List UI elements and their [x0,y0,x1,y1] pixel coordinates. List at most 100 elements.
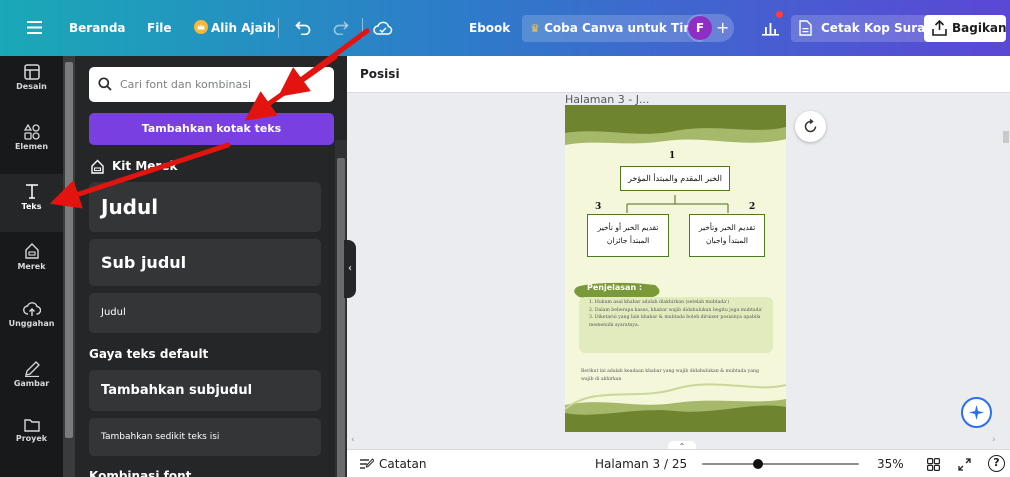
chevron-left-icon: ‹ [348,263,352,274]
help-icon: ? [993,456,1000,469]
elements-icon [23,124,40,140]
text-icon [25,184,38,199]
sparkle-icon [969,405,984,420]
add-body-text-card[interactable]: Tambahkan sedikit teks isi [89,418,321,456]
magic-switch-button[interactable]: Alih Ajaib [194,0,275,56]
collapse-panel-button[interactable]: ‹ [344,240,356,298]
share-label: Bagikan [952,21,1007,35]
zoom-level[interactable]: 35% [877,450,904,477]
search-icon [98,77,112,91]
magic-assistant-button[interactable] [961,397,992,428]
document-type-label: Ebook [469,21,511,35]
upload-icon [22,302,41,316]
analytics-icon[interactable] [762,20,779,36]
brand-kit-label: Kit Merek [112,159,178,173]
try-canva-team-button[interactable]: ♛ Coba Canva untuk Tim [522,15,704,42]
rail-label-design: Desain [16,82,47,91]
folder-icon [23,419,40,432]
diagram-box-left[interactable]: تقديم الخبر أو تأخير المبتدأ جائزان [587,214,669,257]
page-indicator[interactable]: Halaman 3 / 25 [595,450,687,477]
diagram-number-top: 1 [669,151,676,161]
rail-label-projects: Proyek [15,434,48,443]
brand-kit-heading[interactable]: Kit Merek [90,155,177,177]
diagram-box-left-line1: تقديم الخبر أو تأخير [597,223,659,232]
side-rail: Desain Elemen Teks Merek Unggahan Gambar… [0,56,63,477]
panel-scrollbar[interactable] [335,140,347,477]
diagram-number-right: 2 [749,202,756,212]
diagram-box-right[interactable]: تقديم الخبر وتأخير المبتدأ واجبان [689,214,765,257]
font-search-placeholder: Cari font dan kombinasi [120,78,252,91]
hamburger-menu-icon[interactable] [27,21,42,34]
rail-item-projects[interactable]: Proyek [0,410,63,468]
rail-item-elements[interactable]: Elemen [0,116,63,174]
grid-view-icon[interactable] [927,458,940,471]
rail-label-brand: Merek [17,262,46,271]
zoom-slider-track [702,463,859,465]
position-toolbar: Posisi [347,56,1010,93]
canva-editor: Beranda File Alih Ajaib Ebook ♛ Coba Can… [0,0,1010,477]
page-title[interactable]: Halaman 3 - J... [565,93,649,105]
rail-label-uploads: Unggahan [8,319,55,328]
position-button[interactable]: Posisi [360,56,400,92]
rail-item-design[interactable]: Desain [0,56,63,114]
diagram-box-left-line2: المبتدأ جائزان [606,236,650,245]
explanation-item: 2. Dalam beberapa kasus, khabar wajib di… [589,307,763,313]
brand-style-subheading[interactable]: Sub judul [89,239,321,286]
diagram-number-left: 3 [595,202,602,212]
redo-icon[interactable] [333,20,349,35]
refresh-icon [804,119,817,133]
document-icon [799,20,812,36]
zoom-slider-handle[interactable] [753,459,763,469]
file-menu[interactable]: File [147,0,172,56]
add-member-icon[interactable]: + [716,14,729,42]
font-combinations-heading: Kombinasi font [89,469,192,477]
rail-item-text[interactable]: Teks [0,174,63,232]
regenerate-button[interactable] [795,111,826,142]
help-button[interactable]: ? [988,455,1005,472]
rail-label-draw: Gambar [13,379,50,388]
ebook-page[interactable]: 1 الخبر المقدم والمبتدأ المؤخر 3 2 تقديم… [565,105,786,432]
scroll-left-icon[interactable]: ‹ [351,435,355,445]
brand-style-body[interactable]: Judul [89,293,321,333]
fullscreen-icon[interactable] [958,458,971,471]
print-letterhead-label: Cetak Kop Surat [821,21,931,35]
add-text-box-button[interactable]: Tambahkan kotak teks [89,113,334,145]
explanation-title[interactable]: Penjelasan : [587,283,642,292]
add-subheading-card[interactable]: Tambahkan subjudul [89,370,321,411]
footnote-text[interactable]: Berikut ini adalah keadaan khabar yang w… [581,368,771,383]
font-search-field[interactable]: Cari font dan kombinasi [89,67,334,102]
share-button[interactable]: Bagikan [924,15,1007,42]
draw-icon [24,361,40,377]
diagram-box-right-line1: تقديم الخبر وتأخير [698,223,756,232]
undo-icon[interactable] [295,20,311,35]
bottom-bar: Catatan Halaman 3 / 25 35% ? [347,449,1010,477]
crown-icon: ♛ [530,22,540,35]
rail-item-uploads[interactable]: Unggahan [0,293,63,351]
diagram-box-top[interactable]: الخبر المقدم والمبتدأ المؤخر [620,166,730,191]
home-link[interactable]: Beranda [69,0,126,56]
scroll-right-icon[interactable]: › [992,435,996,445]
share-upload-icon [932,20,947,36]
explanation-item: 3. Diketarui yang lain khabar & mubtada … [589,315,761,328]
brand-style-heading[interactable]: Judul [89,182,321,232]
diagram-box-right-line2: المبتدأ واجبان [705,236,749,245]
avatar-initial: F [688,16,712,40]
brand-icon [24,243,39,259]
explanation-list[interactable]: 1. Hukum asal khabar adalah diakhirkan (… [589,299,769,329]
magic-crown-icon [194,20,208,34]
notes-label: Catatan [379,457,427,471]
explanation-item: 1. Hukum asal khabar adalah diakhirkan (… [589,300,730,305]
zoom-slider[interactable] [702,458,859,470]
print-letterhead-button[interactable]: Cetak Kop Surat [791,15,939,42]
panel-scrollbar-left[interactable] [63,56,75,477]
cloud-saved-icon[interactable] [373,20,393,36]
rail-item-brand[interactable]: Merek [0,234,63,292]
top-bar: Beranda File Alih Ajaib Ebook ♛ Coba Can… [0,0,1010,56]
try-canva-team-label: Coba Canva untuk Tim [544,21,696,35]
rail-item-draw[interactable]: Gambar [0,353,63,411]
notification-dot [776,11,783,18]
page-header: Halaman 3 - J... [565,93,835,105]
canvas-vertical-scrollbar[interactable] [1001,93,1010,447]
magic-switch-label: Alih Ajaib [211,21,276,35]
avatar[interactable]: F + [686,14,734,42]
